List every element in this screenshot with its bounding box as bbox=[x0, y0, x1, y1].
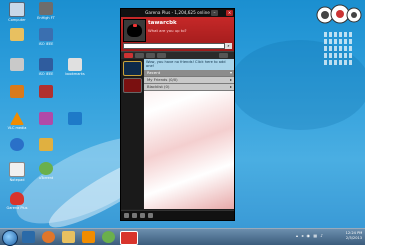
tab-messages[interactable] bbox=[157, 53, 166, 58]
section-my-friends[interactable]: My Friends (0/0) ▸ bbox=[144, 77, 234, 84]
system-tray[interactable]: ▴ ◂ ◉ ▦ ♪ bbox=[296, 233, 324, 238]
utorrent-icon bbox=[39, 162, 53, 175]
game-sidebar bbox=[121, 59, 143, 209]
desktop: Computer EnHigh FT ISO IEEE ISO IEEE boo… bbox=[0, 0, 365, 228]
section-blacklist[interactable]: Blacklist (0) ▸ bbox=[144, 84, 234, 91]
document-icon bbox=[68, 58, 82, 71]
desktop-icon-music[interactable] bbox=[2, 85, 32, 99]
window-footer bbox=[121, 210, 234, 220]
folder-icon[interactable] bbox=[148, 213, 153, 218]
search-input[interactable] bbox=[123, 43, 225, 49]
desktop-icon-app-2[interactable] bbox=[60, 112, 90, 126]
window-body: Wow, you have no friends! Click here to … bbox=[121, 59, 234, 209]
document-icon bbox=[39, 58, 53, 71]
clock-date: 2/3/2013 bbox=[345, 236, 363, 240]
gadget-grid bbox=[324, 32, 354, 67]
game-lobby-icon[interactable] bbox=[122, 78, 142, 93]
media-player-icon[interactable] bbox=[82, 231, 95, 243]
vlc-icon bbox=[10, 112, 24, 125]
taskbar: ▴ ◂ ◉ ▦ ♪ 12:24 PM 2/3/2013 bbox=[0, 228, 365, 246]
status-message[interactable]: What are you up to? bbox=[148, 28, 187, 33]
desktop-icon-iso-2[interactable]: ISO IEEE bbox=[31, 58, 61, 76]
desktop-icon-iso[interactable]: ISO IEEE bbox=[31, 28, 61, 46]
profile-header: tawarcbk What are you up to? ⌕ bbox=[121, 17, 234, 51]
garena-taskbar-icon[interactable] bbox=[120, 231, 138, 245]
firefox-icon[interactable] bbox=[42, 231, 55, 243]
explorer-folder-icon[interactable] bbox=[62, 231, 75, 243]
video-icon bbox=[39, 112, 53, 125]
chevron-right-icon: ▸ bbox=[229, 84, 232, 89]
desktop-icon-folder-2[interactable] bbox=[31, 138, 61, 152]
tab-home[interactable] bbox=[124, 53, 133, 58]
tab-games[interactable] bbox=[135, 53, 144, 58]
computer-icon bbox=[9, 2, 25, 17]
minimize-button[interactable]: – bbox=[211, 10, 218, 16]
document-icon bbox=[39, 28, 53, 41]
desktop-icon-video[interactable] bbox=[31, 112, 61, 126]
window-titlebar[interactable]: Garena Plus - 1,204,625 online – × bbox=[121, 9, 234, 17]
league-of-legends-icon[interactable] bbox=[122, 61, 142, 76]
window-title: Garena Plus - 1,204,625 online bbox=[145, 10, 210, 15]
chevron-down-icon: ▾ bbox=[229, 70, 232, 75]
avatar[interactable] bbox=[123, 19, 146, 42]
image-icon bbox=[39, 85, 53, 98]
desktop-icon-garena[interactable]: Garena Plus bbox=[2, 192, 32, 210]
desktop-icon-vlc[interactable]: VLC media bbox=[2, 112, 32, 130]
search-button[interactable]: ⌕ bbox=[225, 43, 232, 49]
desktop-icon-chat[interactable] bbox=[2, 138, 32, 152]
garena-icon bbox=[10, 192, 24, 205]
close-button[interactable]: × bbox=[226, 10, 233, 16]
settings-icon[interactable] bbox=[124, 213, 129, 218]
start-button[interactable] bbox=[2, 230, 18, 246]
notepad-icon bbox=[9, 162, 25, 177]
clock[interactable]: 12:24 PM 2/3/2013 bbox=[343, 231, 365, 241]
music-icon bbox=[10, 85, 24, 98]
add-friend-icon[interactable] bbox=[132, 213, 137, 218]
ie-icon[interactable] bbox=[22, 231, 35, 243]
no-friends-notice[interactable]: Wow, you have no friends! Click here to … bbox=[144, 59, 234, 70]
friends-panel: Wow, you have no friends! Click here to … bbox=[144, 59, 234, 209]
folder-icon bbox=[10, 28, 24, 41]
desktop-icon-bookmarks[interactable]: bookmarks bbox=[60, 58, 90, 76]
gadget-widget[interactable] bbox=[316, 3, 362, 25]
chevron-right-icon: ▸ bbox=[229, 77, 232, 82]
desktop-icon-app[interactable]: EnHigh FT bbox=[31, 2, 61, 20]
desktop-icon-notepad[interactable]: Notepad bbox=[2, 162, 32, 182]
chat-icon bbox=[10, 138, 24, 151]
toolbar-tabs bbox=[121, 51, 234, 59]
garena-window[interactable]: Garena Plus - 1,204,625 online – × tawar… bbox=[120, 8, 235, 221]
desktop-icon-recycle[interactable] bbox=[2, 58, 32, 72]
chat-icon[interactable] bbox=[140, 213, 145, 218]
desktop-icon-computer[interactable]: Computer bbox=[2, 2, 32, 22]
folder-icon bbox=[39, 138, 53, 151]
recycle-bin-icon bbox=[10, 58, 24, 71]
gadget-orbs-icon bbox=[316, 4, 362, 24]
desktop-icon-folder[interactable] bbox=[2, 28, 32, 42]
app-icon bbox=[39, 2, 53, 15]
username: tawarcbk bbox=[148, 20, 177, 26]
section-recent[interactable]: Recent ▾ bbox=[144, 70, 234, 77]
desktop-icon-image[interactable] bbox=[31, 85, 61, 99]
desktop-icon-utorrent[interactable]: uTorrent bbox=[31, 162, 61, 180]
tab-friends[interactable] bbox=[146, 53, 155, 58]
utorrent-icon[interactable] bbox=[102, 231, 115, 243]
app-icon bbox=[68, 112, 82, 125]
tab-more[interactable] bbox=[219, 53, 228, 58]
